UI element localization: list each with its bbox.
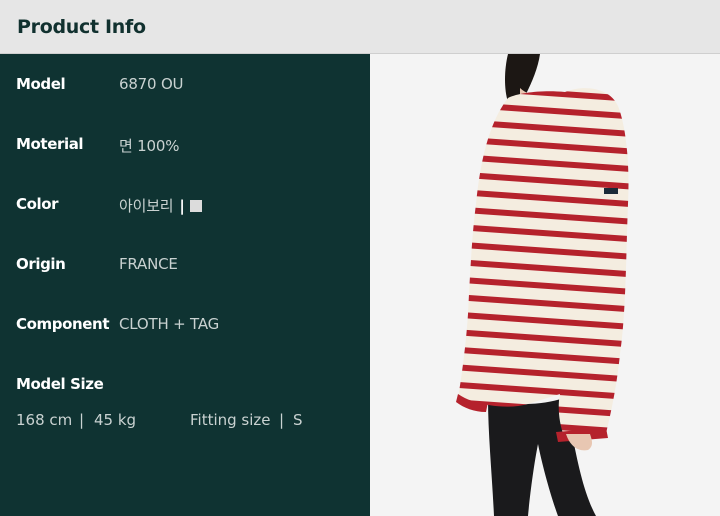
origin-label: Origin (16, 255, 66, 273)
size-separator-1: | (79, 411, 85, 429)
material-label: Moterial (16, 135, 84, 153)
color-value-text: 아이보리 (119, 197, 174, 215)
size-separator-2: | (279, 411, 285, 429)
material-value: 면 100% (119, 137, 180, 155)
component-label: Component (16, 315, 110, 333)
model-value: 6870 OU (119, 75, 184, 93)
color-swatch (189, 200, 202, 212)
model-size-label: Model Size (16, 375, 104, 393)
color-label: Color (16, 195, 59, 213)
component-value: CLOTH + TAG (119, 315, 220, 333)
info-panel: Model 6870 OU Moterial 면 100% Color 아이보리… (0, 54, 370, 516)
model-illustration (456, 54, 629, 516)
product-photo (370, 54, 720, 516)
origin-value: FRANCE (119, 255, 178, 273)
fitting-size-label: Fitting size (190, 411, 271, 429)
page-title: Product Info (17, 16, 146, 38)
color-separator: | (179, 197, 185, 215)
model-weight: 45 kg (94, 411, 137, 429)
sleeve-tag (604, 188, 618, 194)
fitting-size-value: S (293, 411, 303, 429)
model-height: 168 cm (16, 411, 73, 429)
color-value: 아이보리 | (119, 195, 202, 216)
header-bar: Product Info (0, 0, 720, 54)
model-label: Model (16, 75, 66, 93)
